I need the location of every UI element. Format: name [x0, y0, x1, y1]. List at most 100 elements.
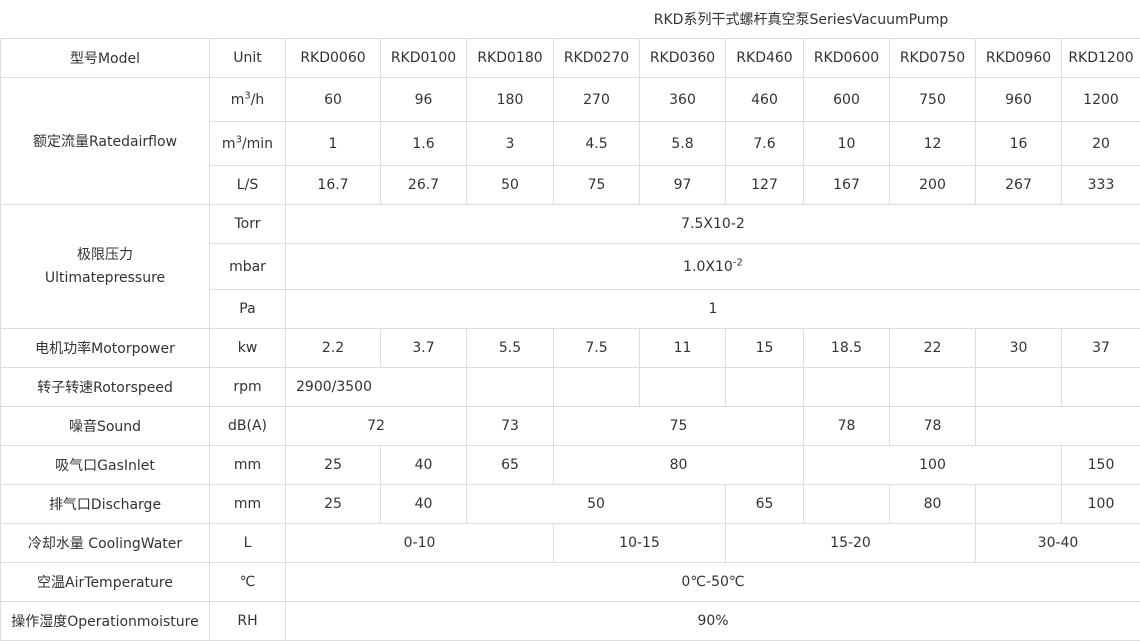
unit-cell: m3/min	[210, 122, 286, 166]
unit-cell: mbar	[210, 244, 286, 290]
value-cell: 5.8	[640, 122, 726, 166]
value-cell: 0-10	[286, 524, 554, 563]
motor-label: 电机功率Motorpower	[1, 329, 210, 368]
value-cell: 1	[286, 122, 381, 166]
value-cell: 25	[286, 446, 381, 485]
value-cell: 333	[1062, 166, 1140, 205]
value-cell: 26.7	[381, 166, 467, 205]
value-cell: 7.6	[726, 122, 804, 166]
value-cell: 1.0X10-2	[286, 244, 1140, 290]
value-cell: 15-20	[726, 524, 976, 563]
value-cell: 78	[804, 407, 890, 446]
value-cell: 40	[381, 485, 467, 524]
unit-cell: Torr	[210, 205, 286, 244]
value-cell: 100	[1062, 485, 1140, 524]
unit-cell: rpm	[210, 368, 286, 407]
value-cell: 18.5	[804, 329, 890, 368]
value-cell: 960	[976, 78, 1062, 122]
empty-cell	[976, 407, 1140, 446]
rotor-row: 转子转速Rotorspeed rpm 2900/3500	[1, 368, 1140, 407]
empty-cell	[640, 368, 726, 407]
value-cell: 50	[467, 485, 726, 524]
value-cell: 50	[467, 166, 554, 205]
value-cell: 16.7	[286, 166, 381, 205]
unit-cell: Pa	[210, 290, 286, 329]
unit-cell: mm	[210, 485, 286, 524]
empty-cell	[976, 368, 1062, 407]
value-cell: 80	[554, 446, 804, 485]
sound-label: 噪音Sound	[1, 407, 210, 446]
value-cell: 150	[1062, 446, 1140, 485]
model-cell: RKD0360	[640, 39, 726, 78]
value-cell: 100	[804, 446, 1062, 485]
value-cell: 3.7	[381, 329, 467, 368]
value-cell: 60	[286, 78, 381, 122]
pressure-label: 极限压力 Ultimatepressure	[1, 205, 210, 329]
value-cell: 96	[381, 78, 467, 122]
model-cell: RKD0960	[976, 39, 1062, 78]
value-cell: 7.5X10-2	[286, 205, 1140, 244]
value-cell: 7.5	[554, 329, 640, 368]
unit-cell: dB(A)	[210, 407, 286, 446]
cooling-label: 冷却水量 CoolingWater	[1, 524, 210, 563]
value-cell: 4.5	[554, 122, 640, 166]
airflow-row-m3h: 额定流量Ratedairflow m3/h 60 96 180 270 360 …	[1, 78, 1140, 122]
value-cell: 30-40	[976, 524, 1140, 563]
value-cell: 72	[286, 407, 467, 446]
empty-cell	[726, 368, 804, 407]
model-cell: RKD0180	[467, 39, 554, 78]
value-cell: 127	[726, 166, 804, 205]
spec-table: 型号Model Unit RKD0060 RKD0100 RKD0180 RKD…	[0, 38, 1140, 641]
value-cell: 16	[976, 122, 1062, 166]
value-cell: 0℃-50℃	[286, 563, 1140, 602]
unit-cell: mm	[210, 446, 286, 485]
value-cell: 40	[381, 446, 467, 485]
unit-cell: ℃	[210, 563, 286, 602]
value-cell: 5.5	[467, 329, 554, 368]
empty-cell	[804, 368, 890, 407]
empty-cell	[554, 368, 640, 407]
value-cell: 73	[467, 407, 554, 446]
value-cell: 267	[976, 166, 1062, 205]
inlet-label: 吸气口GasInlet	[1, 446, 210, 485]
value-cell: 65	[467, 446, 554, 485]
value-cell: 15	[726, 329, 804, 368]
value-cell: 80	[890, 485, 976, 524]
value-cell: 270	[554, 78, 640, 122]
discharge-label: 排气口Discharge	[1, 485, 210, 524]
humidity-row: 操作湿度Operationmoisture RH 90%	[1, 602, 1140, 641]
value-cell: 460	[726, 78, 804, 122]
sound-row: 噪音Sound dB(A) 72 73 75 78 78	[1, 407, 1140, 446]
model-header: 型号Model	[1, 39, 210, 78]
empty-cell	[467, 368, 554, 407]
value-cell: 78	[890, 407, 976, 446]
value-cell: 22	[890, 329, 976, 368]
air-temp-row: 空温AirTemperature ℃ 0℃-50℃	[1, 563, 1140, 602]
value-cell: 25	[286, 485, 381, 524]
value-cell: 167	[804, 166, 890, 205]
cooling-row: 冷却水量 CoolingWater L 0-10 10-15 15-20 30-…	[1, 524, 1140, 563]
value-cell: 30	[976, 329, 1062, 368]
value-cell: 1200	[1062, 78, 1140, 122]
unit-cell: m3/h	[210, 78, 286, 122]
value-cell: 2900/3500	[286, 368, 467, 407]
air-temp-label: 空温AirTemperature	[1, 563, 210, 602]
value-cell: 10-15	[554, 524, 726, 563]
model-cell: RKD0270	[554, 39, 640, 78]
pressure-label-cn: 极限压力	[1, 244, 209, 267]
unit-header: Unit	[210, 39, 286, 78]
value-cell: 90%	[286, 602, 1140, 641]
value-cell: 75	[554, 166, 640, 205]
unit-cell: kw	[210, 329, 286, 368]
model-cell: RKD0750	[890, 39, 976, 78]
value-cell: 360	[640, 78, 726, 122]
value-cell: 3	[467, 122, 554, 166]
model-cell: RKD460	[726, 39, 804, 78]
value-cell: 200	[890, 166, 976, 205]
value-cell: 1.6	[381, 122, 467, 166]
value-cell: 600	[804, 78, 890, 122]
value-cell: 11	[640, 329, 726, 368]
value-cell: 10	[804, 122, 890, 166]
model-cell: RKD0060	[286, 39, 381, 78]
value-cell: 75	[554, 407, 804, 446]
